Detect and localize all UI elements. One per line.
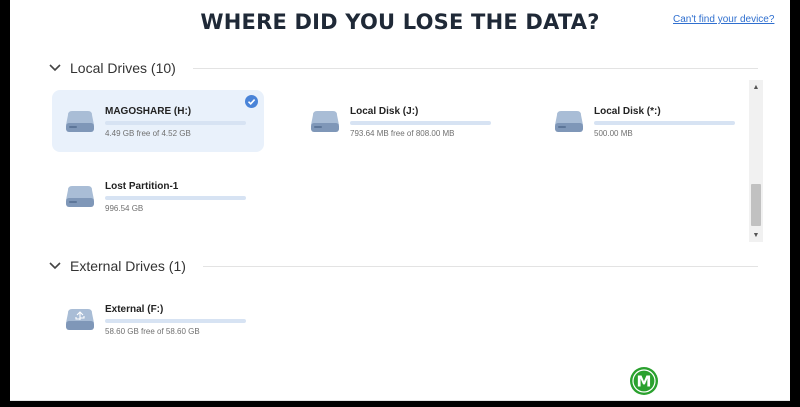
hard-drive-icon [553,107,585,135]
drive-size: 996.54 GB [105,204,144,213]
drive-card-lost-partition[interactable]: Lost Partition-1 996.54 GB [52,165,264,227]
drive-usage-bar [105,319,246,323]
drive-size: 4.49 GB free of 4.52 GB [105,129,191,138]
drive-size: 793.64 MB free of 808.00 MB [350,129,455,138]
drive-size: 58.60 GB free of 58.60 GB [105,327,200,336]
scroll-up-icon[interactable]: ▲ [749,80,763,94]
hard-drive-icon [309,107,341,135]
drive-size: 500.00 MB [594,129,633,138]
drive-card-external-f[interactable]: External (F:) 58.60 GB free of 58.60 GB [52,288,264,350]
section-divider [203,266,758,267]
hard-drive-icon [64,182,96,210]
drive-name: MAGOSHARE (H:) [105,106,192,117]
hard-drive-icon [64,107,96,135]
scrollbar-thumb[interactable] [751,184,761,226]
external-drives-divider-wrap [48,256,758,276]
logo-letter: M [637,373,652,391]
watermark-logo: M [630,367,658,395]
drive-usage-bar [350,121,491,125]
cant-find-device-link[interactable]: Can't find your device? [673,14,774,25]
local-drives-divider-wrap [48,58,758,78]
drive-usage-bar [594,121,735,125]
scroll-down-icon[interactable]: ▼ [749,228,763,242]
section-divider [193,68,758,69]
drive-card-magoshare[interactable]: MAGOSHARE (H:) 4.49 GB free of 4.52 GB [52,90,264,152]
drive-card-local-disk-j[interactable]: Local Disk (J:) 793.64 MB free of 808.00… [297,90,509,152]
drive-name: External (F:) [105,304,164,315]
drive-name: Lost Partition-1 [105,181,179,192]
drive-selection-window: WHERE DID YOU LOSE THE DATA? Can't find … [10,0,790,401]
usb-drive-icon [64,305,96,333]
drive-name: Local Disk (J:) [350,106,419,117]
drive-usage-bar [105,121,246,125]
drive-name: Local Disk (*:) [594,106,661,117]
selected-check-icon [245,95,258,108]
drive-usage-bar [105,196,246,200]
drive-card-local-disk-star[interactable]: Local Disk (*:) 500.00 MB [541,90,753,152]
drives-scrollbar[interactable]: ▲ ▼ [749,80,763,242]
